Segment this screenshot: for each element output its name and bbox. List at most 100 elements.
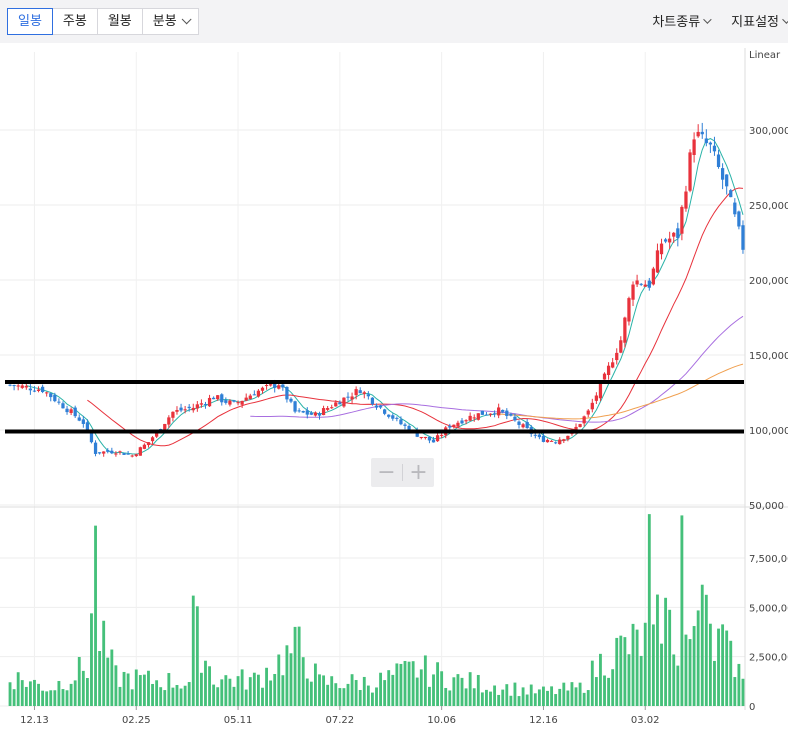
candle-body [175,410,179,412]
volume-bar [656,594,659,706]
tab-weekly[interactable]: 주봉 [51,8,98,35]
candle-body [28,388,33,391]
candle-body [138,447,142,456]
volume-bar [546,690,549,706]
candle-body [334,402,338,407]
volume-bar [713,660,716,706]
volume-bar [273,673,277,706]
candle-body [623,317,627,343]
volume-bar [428,686,431,706]
candle-body [554,442,558,444]
candle-body [631,284,635,300]
candle-body [167,417,171,425]
tab-minute-label: 분봉 [152,14,177,29]
candle-body [195,404,199,409]
indicator-settings-menu[interactable]: 지표설정 [731,11,788,30]
candle-body [321,408,326,416]
volume-bar [423,655,427,706]
candles [8,122,745,458]
volume-bar [615,637,619,706]
price-tick-label: 200,000 [749,276,788,287]
volume-bar [607,677,611,706]
candle-body [480,410,484,415]
volume-bar [191,595,195,706]
candle-body [525,421,529,429]
volume-bar [61,689,65,706]
volume-bar [741,678,745,706]
candle-body [293,401,297,412]
volume-bar [142,674,146,706]
volume-bar [603,675,606,706]
volume-bar [301,657,305,706]
volume-bar [252,672,256,706]
candle-body [126,453,130,455]
volume-bar [582,692,586,706]
zoom-in-button[interactable]: + [403,458,434,487]
candle-body [45,392,49,394]
volume-bar [175,685,179,706]
volume-bar [236,676,240,706]
candle-body [387,414,391,417]
volume-bar [53,690,57,706]
volume-bar [256,674,260,706]
volume-bar [415,677,419,706]
volume-bar [456,674,460,706]
volume-bar [98,651,102,706]
candle-body [228,400,232,405]
volume-bar [77,656,81,706]
candle-body [256,390,261,397]
volume-bar [138,675,142,706]
zoom-out-button[interactable]: − [371,458,402,487]
volume-bar [224,675,228,706]
chart-type-menu[interactable]: 차트종류 [652,11,712,30]
volume-bar [493,685,497,706]
candle-body [16,385,20,387]
volume-bar [379,672,382,706]
candle-body [199,403,204,405]
candle-body [24,385,28,388]
candle-body [643,284,647,287]
volume-bar [647,514,651,706]
volume-bar [81,670,85,706]
candle-body [49,393,53,398]
candle-body [659,243,664,255]
candle-body [472,417,476,419]
stock-chart[interactable]: Linear 50,000 100,000 150,000 200,000 250,000… [0,43,788,733]
volume-bar [391,674,395,706]
tab-daily[interactable]: 일봉 [7,8,53,35]
ma60-line [250,315,744,423]
volume-bar [37,683,40,706]
candle-body [358,390,362,394]
volume-bar [468,672,472,706]
candle-body [456,422,460,427]
volume-bar [436,662,440,706]
volume-bar [338,688,342,706]
time-tick-label: 10.06 [427,715,456,726]
candle-body [362,392,366,394]
candle-body [53,394,57,402]
candle-body [427,436,432,441]
volume-bar [147,670,150,706]
volume-bar [460,677,464,706]
candle-body [733,202,737,215]
volume-bar [244,689,248,706]
volume-tick-label: 2,500,000 [749,653,788,664]
volume-bars [8,514,745,706]
volume-bar [631,623,635,706]
candle-body [696,131,700,137]
price-tick-label: 150,000 [749,351,788,362]
tab-minute[interactable]: 분봉 [141,8,199,35]
candle-body [598,382,603,399]
volume-bar [8,682,12,706]
candle-body [545,439,550,443]
candle-body [383,409,387,414]
volume-bar [623,637,627,706]
price-tick-label: 250,000 [749,201,788,212]
candle-body [260,387,265,391]
volume-bar [717,628,720,706]
candle-body [20,385,24,388]
volume-bar [73,680,77,706]
candle-body [12,385,16,387]
tab-monthly[interactable]: 월봉 [96,8,143,35]
candle-body [704,138,708,144]
